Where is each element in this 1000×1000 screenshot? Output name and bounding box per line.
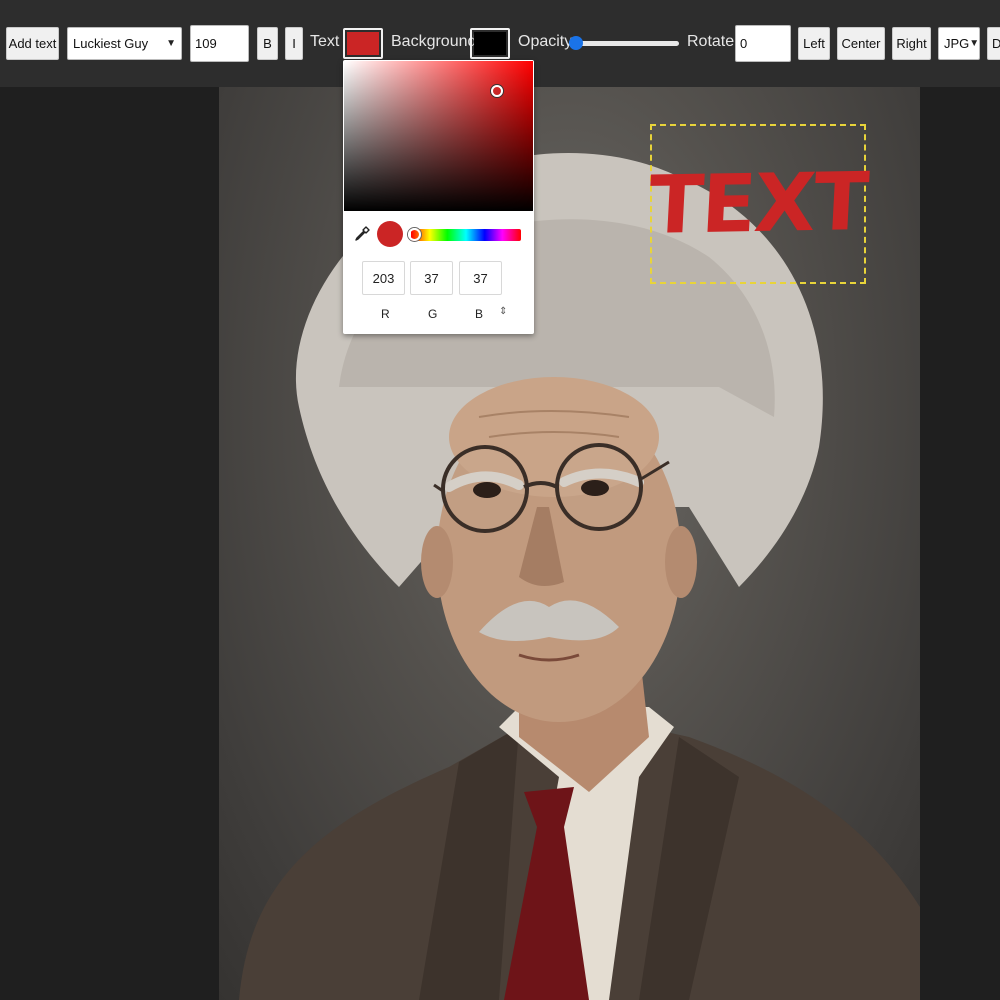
saturation-cursor[interactable] <box>491 85 503 97</box>
align-right-button[interactable]: Right <box>892 27 931 60</box>
text-color-fill <box>347 32 379 55</box>
green-input[interactable]: 37 <box>410 261 453 295</box>
red-label: R <box>381 307 390 321</box>
eye-left <box>473 482 501 498</box>
text-color-swatch[interactable] <box>343 28 383 59</box>
color-picker-popup: 203 37 37 R G B ⇕ <box>343 60 534 334</box>
color-preview <box>377 221 403 247</box>
align-center-button[interactable]: Center <box>837 27 885 60</box>
hue-slider[interactable] <box>411 229 521 241</box>
align-left-button[interactable]: Left <box>798 27 830 60</box>
background-color-label: Background <box>391 33 477 50</box>
text-selection-box[interactable]: Text <box>647 124 870 284</box>
font-size-input[interactable]: 109 <box>190 25 249 62</box>
green-label: G <box>428 307 438 321</box>
format-select[interactable]: JPG ▼ <box>938 27 980 60</box>
ear-left <box>421 526 453 598</box>
download-button[interactable]: D <box>987 27 1000 60</box>
rotate-input[interactable]: 0 <box>735 25 791 62</box>
background-color-fill <box>474 32 506 55</box>
chevron-down-icon: ▼ <box>166 38 176 49</box>
saturation-area[interactable] <box>344 61 533 211</box>
blue-label: B <box>475 307 484 321</box>
text-overlay[interactable]: Text <box>647 155 870 252</box>
eyedropper-icon[interactable] <box>354 226 370 242</box>
red-input[interactable]: 203 <box>362 261 405 295</box>
font-family-select[interactable]: Luckiest Guy ▼ <box>67 27 182 60</box>
bold-button[interactable]: B <box>257 27 278 60</box>
slider-track <box>573 41 679 46</box>
slider-thumb[interactable] <box>569 36 583 50</box>
font-family-value: Luckiest Guy <box>73 36 149 51</box>
rotate-label: Rotate <box>687 33 735 50</box>
color-mode-toggle-icon[interactable]: ⇕ <box>499 306 507 317</box>
background-color-swatch[interactable] <box>470 28 510 59</box>
ear-right <box>665 526 697 598</box>
eye-right <box>581 480 609 496</box>
add-text-button[interactable]: Add text <box>6 27 59 60</box>
format-value: JPG <box>944 36 970 51</box>
italic-button[interactable]: I <box>285 27 303 60</box>
chevron-down-icon: ▼ <box>969 38 980 49</box>
blue-input[interactable]: 37 <box>459 261 502 295</box>
text-color-label: Text <box>310 33 340 50</box>
opacity-slider[interactable] <box>569 36 679 50</box>
image-canvas[interactable]: Text <box>219 87 920 1000</box>
hue-slider-thumb[interactable] <box>408 228 421 241</box>
saturation-black <box>344 61 533 211</box>
opacity-label: Opacity <box>518 33 573 50</box>
